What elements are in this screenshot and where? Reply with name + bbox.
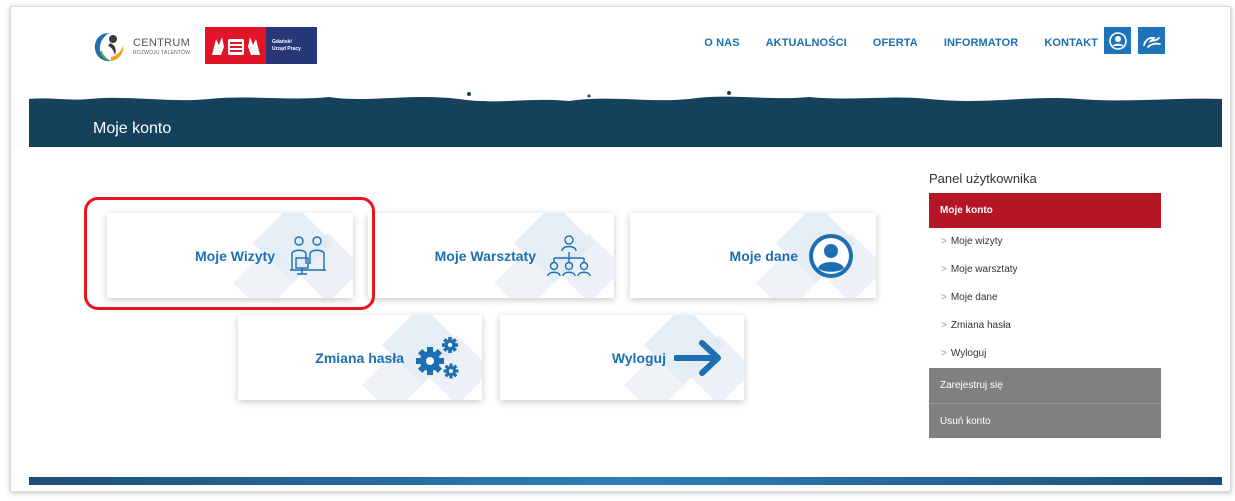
sign-language-icon[interactable] <box>1138 27 1165 54</box>
page-banner: Moje konto <box>29 87 1222 147</box>
nav-kontakt[interactable]: KONTAKT <box>1044 37 1098 49</box>
logo-main-text: CENTRUM <box>133 37 191 49</box>
site-header: CENTRUM ROZWOJU TALENTÓW Gdański Urząd P… <box>11 7 1230 82</box>
sidebar-subitem-moje-dane[interactable]: > Moje dane <box>941 292 998 303</box>
nav-aktualnosci[interactable]: AKTUALNOŚCI <box>766 37 847 49</box>
sidebar-subitem-moje-wizyty[interactable]: > Moje wizyty <box>941 236 1003 247</box>
sidebar-item-zarejestruj[interactable]: Zarejestruj się <box>929 368 1161 403</box>
main-nav: O NAS AKTUALNOŚCI OFERTA INFORMATOR KONT… <box>678 37 1098 49</box>
logo-sub-text: ROZWOJU TALENTÓW <box>133 50 191 56</box>
nav-o-nas[interactable]: O NAS <box>704 37 739 49</box>
sidebar-subitem-moje-warsztaty[interactable]: > Moje warsztaty <box>941 264 1018 275</box>
user-circle-icon <box>806 231 856 281</box>
banner-wave-decoration <box>29 87 1222 102</box>
nav-oferta[interactable]: OFERTA <box>873 37 918 49</box>
sidebar-item-usun-konto[interactable]: Usuń konto <box>929 403 1161 438</box>
sidebar-title: Panel użytkownika <box>929 171 1037 186</box>
footer-bar <box>29 477 1222 485</box>
tile-moje-dane[interactable]: Moje dane <box>630 213 876 298</box>
highlight-annotation <box>84 197 375 310</box>
sidebar-subitem-wyloguj[interactable]: > Wyloguj <box>941 348 986 359</box>
gup-line2: Urząd Pracy <box>272 45 301 52</box>
workshop-icon <box>544 231 594 281</box>
page-title: Moje konto <box>93 120 172 137</box>
gears-icon <box>412 333 462 383</box>
tile-moje-warsztaty[interactable]: Moje Warsztaty <box>368 213 614 298</box>
tile-label: Moje dane <box>729 247 798 264</box>
tile-label: Moje Warsztaty <box>434 247 536 264</box>
centrum-logo[interactable]: CENTRUM ROZWOJU TALENTÓW <box>91 27 201 67</box>
tile-zmiana-hasla[interactable]: Zmiana hasła <box>238 315 482 400</box>
tile-label: Wyloguj <box>611 349 666 366</box>
browser-frame: CENTRUM ROZWOJU TALENTÓW Gdański Urząd P… <box>10 6 1231 492</box>
user-icon[interactable] <box>1104 27 1131 54</box>
tile-label: Zmiana hasła <box>315 349 404 366</box>
sidebar-subitem-zmiana-hasla[interactable]: > Zmiana hasła <box>941 320 1011 331</box>
sidebar-item-moje-konto[interactable]: Moje konto <box>929 193 1161 228</box>
gup-line1: Gdański <box>272 38 292 45</box>
centrum-logo-icon <box>94 33 124 62</box>
arrow-right-icon <box>674 333 724 383</box>
tile-wyloguj[interactable]: Wyloguj <box>500 315 744 400</box>
gup-logo[interactable]: Gdański Urząd Pracy <box>205 27 317 64</box>
gdansk-crest-icon <box>205 27 266 64</box>
nav-informator[interactable]: INFORMATOR <box>944 37 1019 49</box>
